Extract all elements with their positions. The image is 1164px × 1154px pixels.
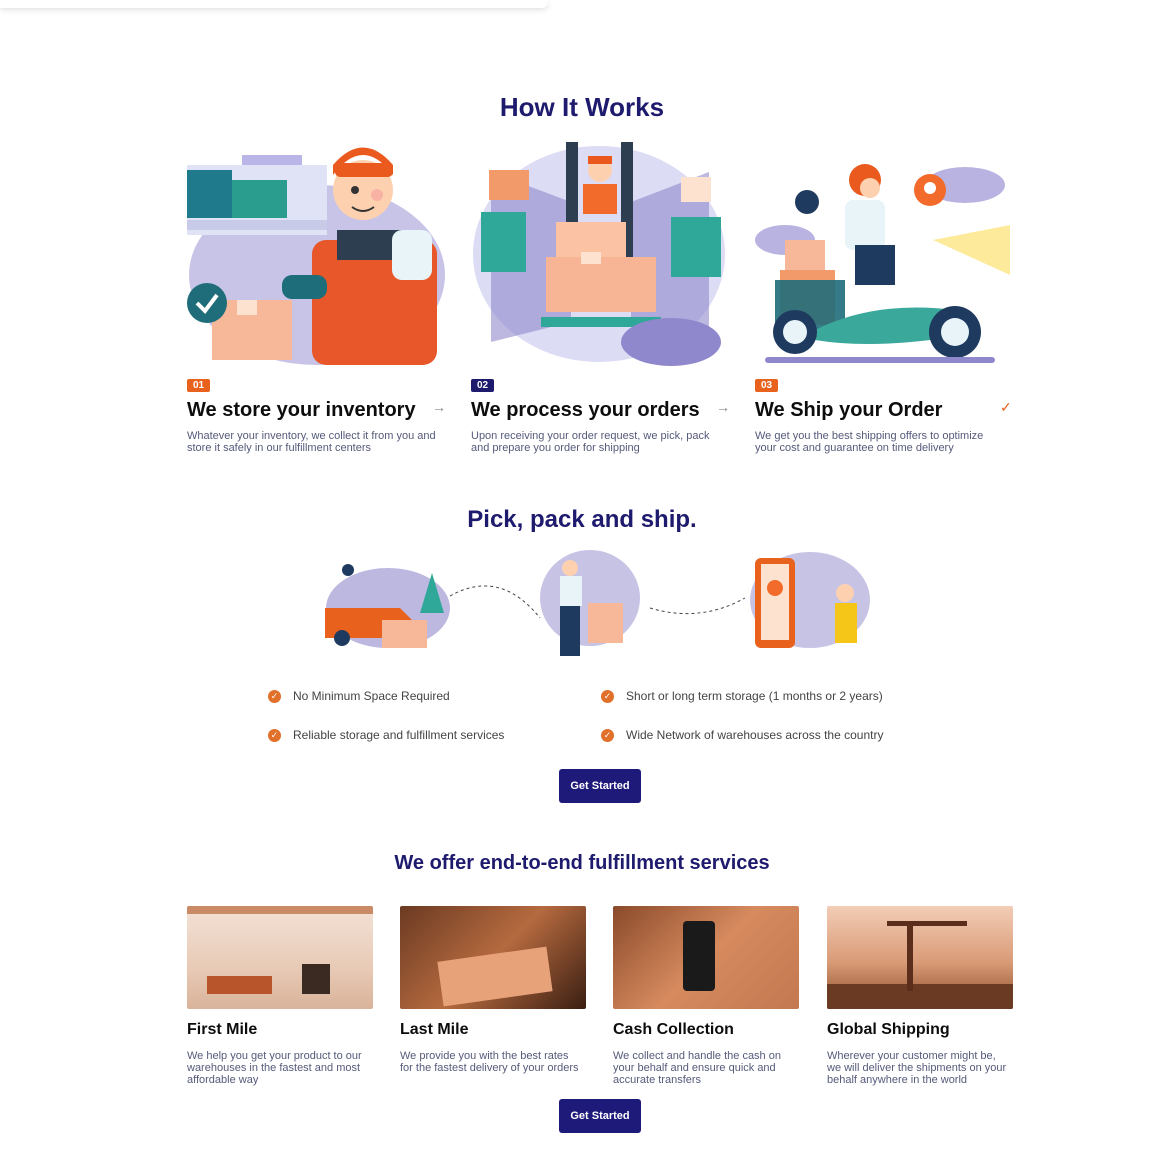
pick-pack-ship-illustration — [325, 550, 870, 656]
header-bar-shadow — [0, 0, 548, 8]
step-card-store: 01 We store your inventory → Whatever yo… — [187, 375, 447, 454]
check-circle-icon: ✓ — [268, 689, 281, 703]
feature-label: Reliable storage and fulfillment service… — [293, 728, 505, 742]
service-card-last-mile: Last Mile We provide you with the best r… — [400, 906, 587, 1074]
feature-item: ✓ No Minimum Space Required — [268, 689, 450, 703]
step-card-ship: 03 We Ship your Order ✓ We get you the b… — [755, 375, 1015, 454]
check-circle-icon: ✓ — [601, 728, 614, 742]
step-title: We Ship your Order — [755, 399, 943, 421]
pick-pack-ship-heading: Pick, pack and ship. — [467, 506, 697, 533]
service-description: We help you get your product to our ware… — [187, 1050, 362, 1086]
warehouse-worker-illustration — [187, 147, 445, 365]
step-number-badge: 01 — [187, 379, 211, 392]
step-description: Upon receiving your order request, we pi… — [471, 430, 710, 454]
forklift-warehouse-illustration — [473, 142, 725, 366]
feature-item: ✓ Reliable storage and fulfillment servi… — [268, 728, 504, 742]
package-handover-photo — [400, 906, 586, 1009]
arrow-right-icon: → — [716, 399, 730, 415]
service-card-global-shipping: Global Shipping Wherever your customer m… — [827, 906, 1014, 1086]
service-title: Last Mile — [400, 1021, 469, 1038]
card-payment-photo — [613, 906, 799, 1009]
step-title: We store your inventory — [187, 399, 416, 421]
port-cranes-photo — [827, 906, 1013, 1009]
get-started-button[interactable]: Get Started — [559, 769, 641, 803]
service-card-first-mile: First Mile We help you get your product … — [187, 906, 374, 1086]
feature-label: No Minimum Space Required — [293, 689, 450, 703]
step-number-badge: 02 — [471, 379, 495, 392]
feature-label: Short or long term storage (1 months or … — [626, 689, 883, 703]
check-circle-icon: ✓ — [601, 689, 614, 703]
service-title: First Mile — [187, 1021, 258, 1038]
service-card-cash-collection: Cash Collection We collect and handle th… — [613, 906, 800, 1086]
checkmark-icon: ✓ — [1000, 399, 1012, 415]
feature-item: ✓ Wide Network of warehouses across the … — [601, 728, 883, 742]
arrow-right-icon: → — [432, 399, 446, 415]
how-it-works-heading: How It Works — [499, 92, 665, 122]
feature-label: Wide Network of warehouses across the co… — [626, 728, 884, 742]
step-card-process: 02 We process your orders → Upon receivi… — [471, 375, 731, 454]
warehouse-truck-photo — [187, 906, 373, 1009]
step-number-badge: 03 — [755, 379, 779, 392]
step-description: We get you the best shipping offers to o… — [755, 430, 984, 454]
step-description: Whatever your inventory, we collect it f… — [187, 430, 436, 454]
step-title: We process your orders — [471, 399, 700, 421]
service-description: We provide you with the best rates for t… — [400, 1050, 579, 1074]
check-circle-icon: ✓ — [268, 728, 281, 742]
service-description: Wherever your customer might be, we will… — [827, 1050, 1007, 1086]
get-started-button-bottom[interactable]: Get Started — [559, 1099, 641, 1133]
service-title: Global Shipping — [827, 1021, 950, 1038]
scooter-delivery-illustration — [755, 164, 1010, 363]
services-heading: We offer end-to-end fulfillment services — [394, 852, 770, 874]
feature-item: ✓ Short or long term storage (1 months o… — [601, 689, 883, 703]
service-title: Cash Collection — [613, 1021, 734, 1038]
service-description: We collect and handle the cash on your b… — [613, 1050, 781, 1086]
